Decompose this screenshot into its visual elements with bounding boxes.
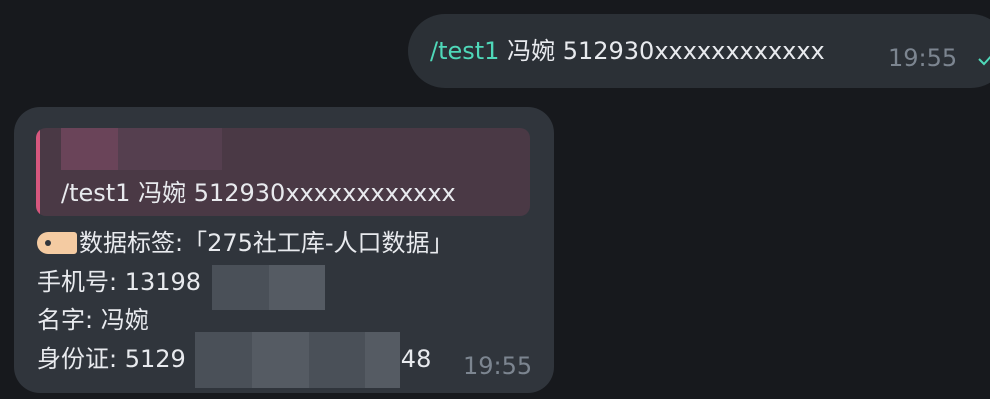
phone-line: 手机号: 13198 (37, 263, 454, 310)
redacted-id-digits (365, 331, 400, 388)
data-tag-line: 数据标签:「275社工库-人口数据」 (37, 224, 454, 263)
check-icon (978, 55, 990, 66)
outgoing-message-body: 冯婉 512930xxxxxxxxxxxx (499, 37, 825, 65)
outgoing-timestamp: 19:55 (888, 44, 958, 72)
reply-accent-bar (36, 128, 40, 216)
reply-quote-text: /test1 冯婉 512930xxxxxxxxxxxx (61, 179, 456, 207)
redacted-avatar (61, 128, 118, 170)
redacted-reply-name (118, 128, 222, 170)
outgoing-message-text: /test1 冯婉 512930xxxxxxxxxxxx (430, 34, 825, 68)
data-tag-text: 数据标签:「275社工库-人口数据」 (79, 229, 454, 257)
id-prefix-text: 身份证: 5129 (37, 344, 186, 373)
incoming-message[interactable]: /test1 冯婉 512930xxxxxxxxxxxx 数据标签:「275社工… (14, 107, 554, 393)
id-line: 身份证: 5129 48 (37, 331, 454, 388)
bot-command-link[interactable]: /test1 (430, 37, 499, 65)
phone-text: 手机号: 13198 (37, 267, 202, 296)
outgoing-message[interactable]: /test1 冯婉 512930xxxxxxxxxxxx 19:55 (408, 14, 990, 88)
id-suffix-text: 48 (400, 344, 432, 373)
name-text: 名字: 冯婉 (37, 306, 149, 334)
label-tag-icon (37, 232, 77, 254)
reply-quote[interactable]: /test1 冯婉 512930xxxxxxxxxxxx (36, 128, 530, 216)
redacted-id-digits (195, 331, 252, 388)
message-body: 数据标签:「275社工库-人口数据」 手机号: 13198 名字: 冯婉 身份证… (37, 224, 454, 388)
incoming-timestamp: 19:55 (463, 352, 533, 380)
redacted-id-digits (252, 331, 309, 388)
chat-view: /test1 冯婉 512930xxxxxxxxxxxx 19:55 /test… (0, 0, 990, 399)
redacted-id-digits (309, 331, 365, 388)
